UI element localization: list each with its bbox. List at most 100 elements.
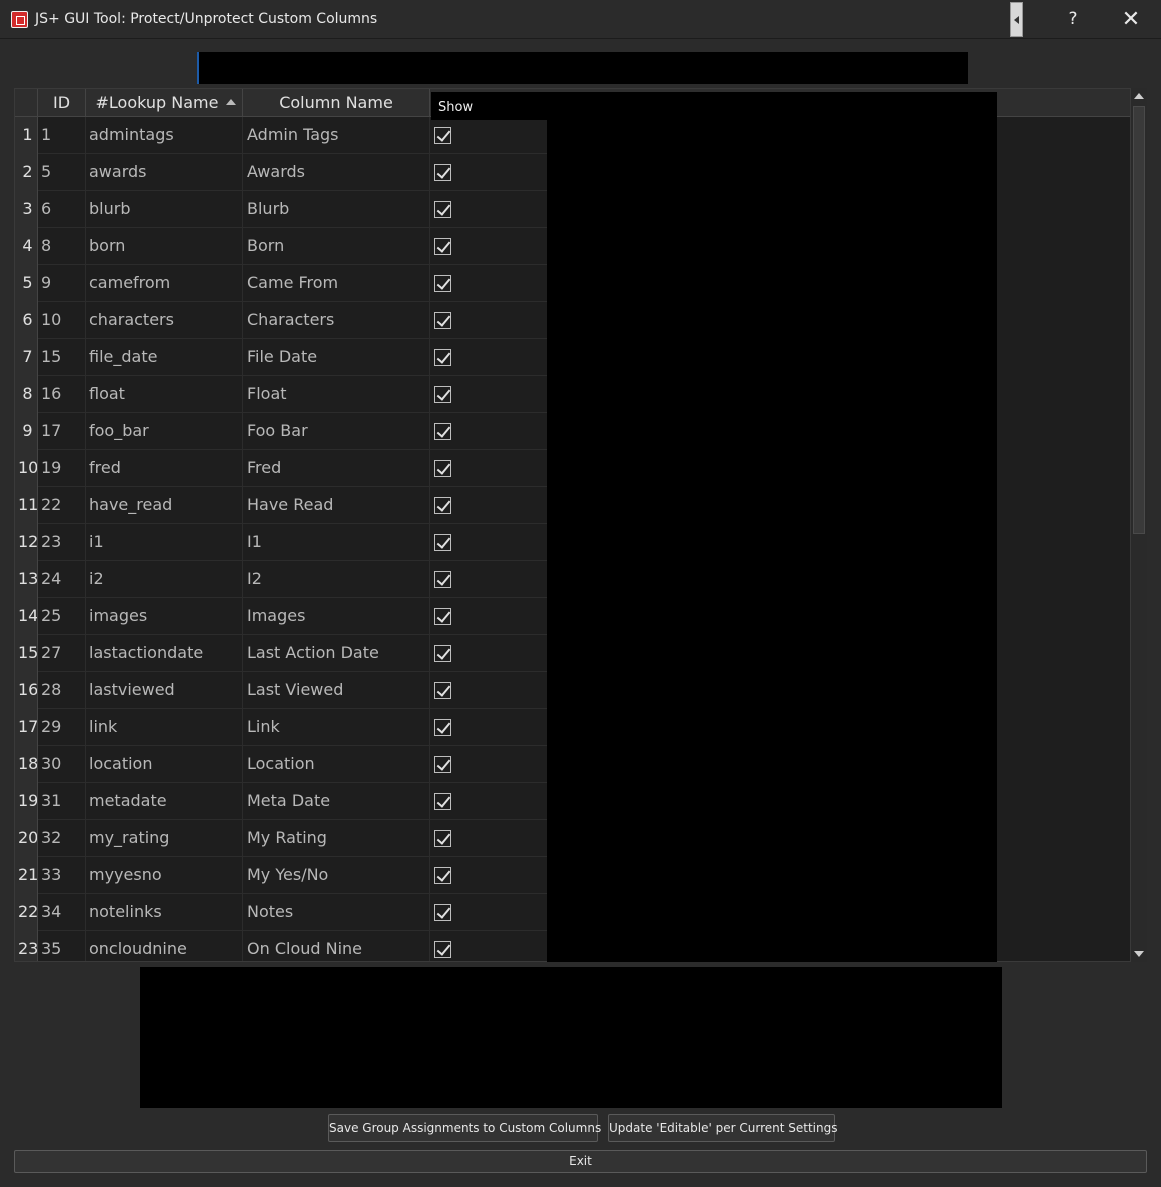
row-number[interactable]: 15 (15, 635, 38, 672)
header-column-name[interactable]: Column Name (243, 89, 430, 117)
cell-id[interactable]: 8 (38, 228, 86, 265)
cell-column-name[interactable]: Characters (243, 302, 430, 339)
scroll-up-icon[interactable] (1134, 93, 1144, 99)
cell-lookup-name[interactable]: metadate (86, 783, 243, 820)
table-row[interactable]: 12 23 i1 I1 (15, 524, 547, 561)
cell-id[interactable]: 10 (38, 302, 86, 339)
row-number[interactable]: 19 (15, 783, 38, 820)
cell-lookup-name[interactable]: oncloudnine (86, 931, 243, 961)
cell-column-name[interactable]: Float (243, 376, 430, 413)
show-checkbox[interactable] (434, 127, 451, 144)
show-checkbox[interactable] (434, 312, 451, 329)
table-row[interactable]: 22 34 notelinks Notes (15, 894, 547, 931)
table-row[interactable]: 3 6 blurb Blurb (15, 191, 547, 228)
cell-column-name[interactable]: Came From (243, 265, 430, 302)
row-number[interactable]: 12 (15, 524, 38, 561)
cell-column-name[interactable]: Location (243, 746, 430, 783)
cell-column-name[interactable]: Blurb (243, 191, 430, 228)
show-checkbox[interactable] (434, 164, 451, 181)
search-area[interactable] (197, 52, 968, 84)
table-row[interactable]: 8 16 float Float (15, 376, 547, 413)
cell-column-name[interactable]: Link (243, 709, 430, 746)
table-row[interactable]: 7 15 file_date File Date (15, 339, 547, 376)
header-id[interactable]: ID (38, 89, 86, 117)
table-row[interactable]: 2 5 awards Awards (15, 154, 547, 191)
row-number[interactable]: 18 (15, 746, 38, 783)
cell-lookup-name[interactable]: characters (86, 302, 243, 339)
scrollbar-thumb[interactable] (1133, 106, 1145, 534)
table-row[interactable]: 20 32 my_rating My Rating (15, 820, 547, 857)
show-checkbox[interactable] (434, 867, 451, 884)
cell-column-name[interactable]: Foo Bar (243, 413, 430, 450)
row-number[interactable]: 5 (15, 265, 38, 302)
cell-column-name[interactable]: Last Viewed (243, 672, 430, 709)
table-row[interactable]: 11 22 have_read Have Read (15, 487, 547, 524)
cell-lookup-name[interactable]: link (86, 709, 243, 746)
cell-lookup-name[interactable]: have_read (86, 487, 243, 524)
cell-id[interactable]: 16 (38, 376, 86, 413)
show-checkbox[interactable] (434, 571, 451, 588)
cell-id[interactable]: 28 (38, 672, 86, 709)
show-checkbox[interactable] (434, 460, 451, 477)
cell-id[interactable]: 33 (38, 857, 86, 894)
show-checkbox[interactable] (434, 904, 451, 921)
close-button[interactable]: ✕ (1106, 0, 1156, 39)
row-number[interactable]: 23 (15, 931, 38, 961)
cell-id[interactable]: 17 (38, 413, 86, 450)
cell-lookup-name[interactable]: admintags (86, 117, 243, 154)
collapse-handle-icon[interactable] (1010, 2, 1023, 37)
show-checkbox[interactable] (434, 534, 451, 551)
row-number[interactable]: 11 (15, 487, 38, 524)
cell-column-name[interactable]: I1 (243, 524, 430, 561)
show-checkbox[interactable] (434, 941, 451, 958)
cell-column-name[interactable]: Awards (243, 154, 430, 191)
row-number[interactable]: 17 (15, 709, 38, 746)
cell-id[interactable]: 29 (38, 709, 86, 746)
table-row[interactable]: 14 25 images Images (15, 598, 547, 635)
cell-lookup-name[interactable]: lastactiondate (86, 635, 243, 672)
scroll-down-icon[interactable] (1134, 951, 1144, 957)
update-editable-button[interactable]: Update 'Editable' per Current Settings (608, 1114, 837, 1142)
table-row[interactable]: 6 10 characters Characters (15, 302, 547, 339)
show-checkbox[interactable] (434, 756, 451, 773)
cell-lookup-name[interactable]: born (86, 228, 243, 265)
row-number[interactable]: 9 (15, 413, 38, 450)
cell-id[interactable]: 19 (38, 450, 86, 487)
row-number[interactable]: 16 (15, 672, 38, 709)
cell-id[interactable]: 9 (38, 265, 86, 302)
vertical-scrollbar[interactable] (1130, 88, 1147, 962)
show-checkbox[interactable] (434, 201, 451, 218)
cell-id[interactable]: 24 (38, 561, 86, 598)
table-row[interactable]: 18 30 location Location (15, 746, 547, 783)
cell-id[interactable]: 6 (38, 191, 86, 228)
cell-id[interactable]: 30 (38, 746, 86, 783)
row-number[interactable]: 20 (15, 820, 38, 857)
row-number[interactable]: 4 (15, 228, 38, 265)
cell-id[interactable]: 34 (38, 894, 86, 931)
cell-column-name[interactable]: On Cloud Nine (243, 931, 430, 961)
show-checkbox[interactable] (434, 423, 451, 440)
row-number[interactable]: 21 (15, 857, 38, 894)
row-number[interactable]: 8 (15, 376, 38, 413)
table-row[interactable]: 15 27 lastactiondate Last Action Date (15, 635, 547, 672)
row-number[interactable]: 10 (15, 450, 38, 487)
save-group-assignments-button[interactable]: Save Group Assignments to Custom Columns (328, 1114, 601, 1142)
cell-column-name[interactable]: Meta Date (243, 783, 430, 820)
exit-button[interactable]: Exit (14, 1150, 1147, 1173)
cell-column-name[interactable]: Have Read (243, 487, 430, 524)
table-row[interactable]: 5 9 camefrom Came From (15, 265, 547, 302)
cell-lookup-name[interactable]: notelinks (86, 894, 243, 931)
cell-id[interactable]: 15 (38, 339, 86, 376)
table-row[interactable]: 1 1 admintags Admin Tags (15, 117, 547, 154)
cell-id[interactable]: 25 (38, 598, 86, 635)
show-checkbox[interactable] (434, 830, 451, 847)
cell-lookup-name[interactable]: file_date (86, 339, 243, 376)
cell-lookup-name[interactable]: awards (86, 154, 243, 191)
row-number[interactable]: 7 (15, 339, 38, 376)
cell-column-name[interactable]: My Rating (243, 820, 430, 857)
cell-id[interactable]: 32 (38, 820, 86, 857)
cell-column-name[interactable]: File Date (243, 339, 430, 376)
header-corner[interactable] (15, 89, 38, 117)
table-row[interactable]: 13 24 i2 I2 (15, 561, 547, 598)
cell-lookup-name[interactable]: my_rating (86, 820, 243, 857)
